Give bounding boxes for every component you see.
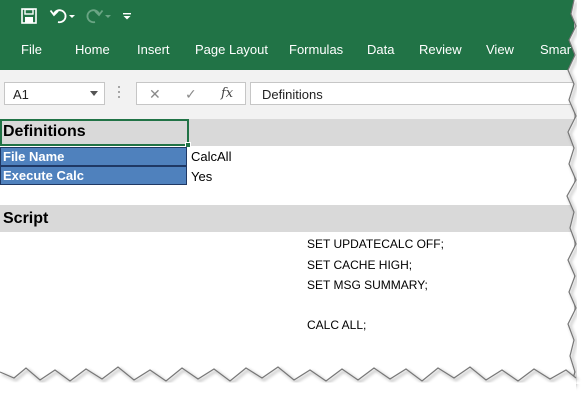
torn-edge-decoration: [0, 0, 588, 407]
